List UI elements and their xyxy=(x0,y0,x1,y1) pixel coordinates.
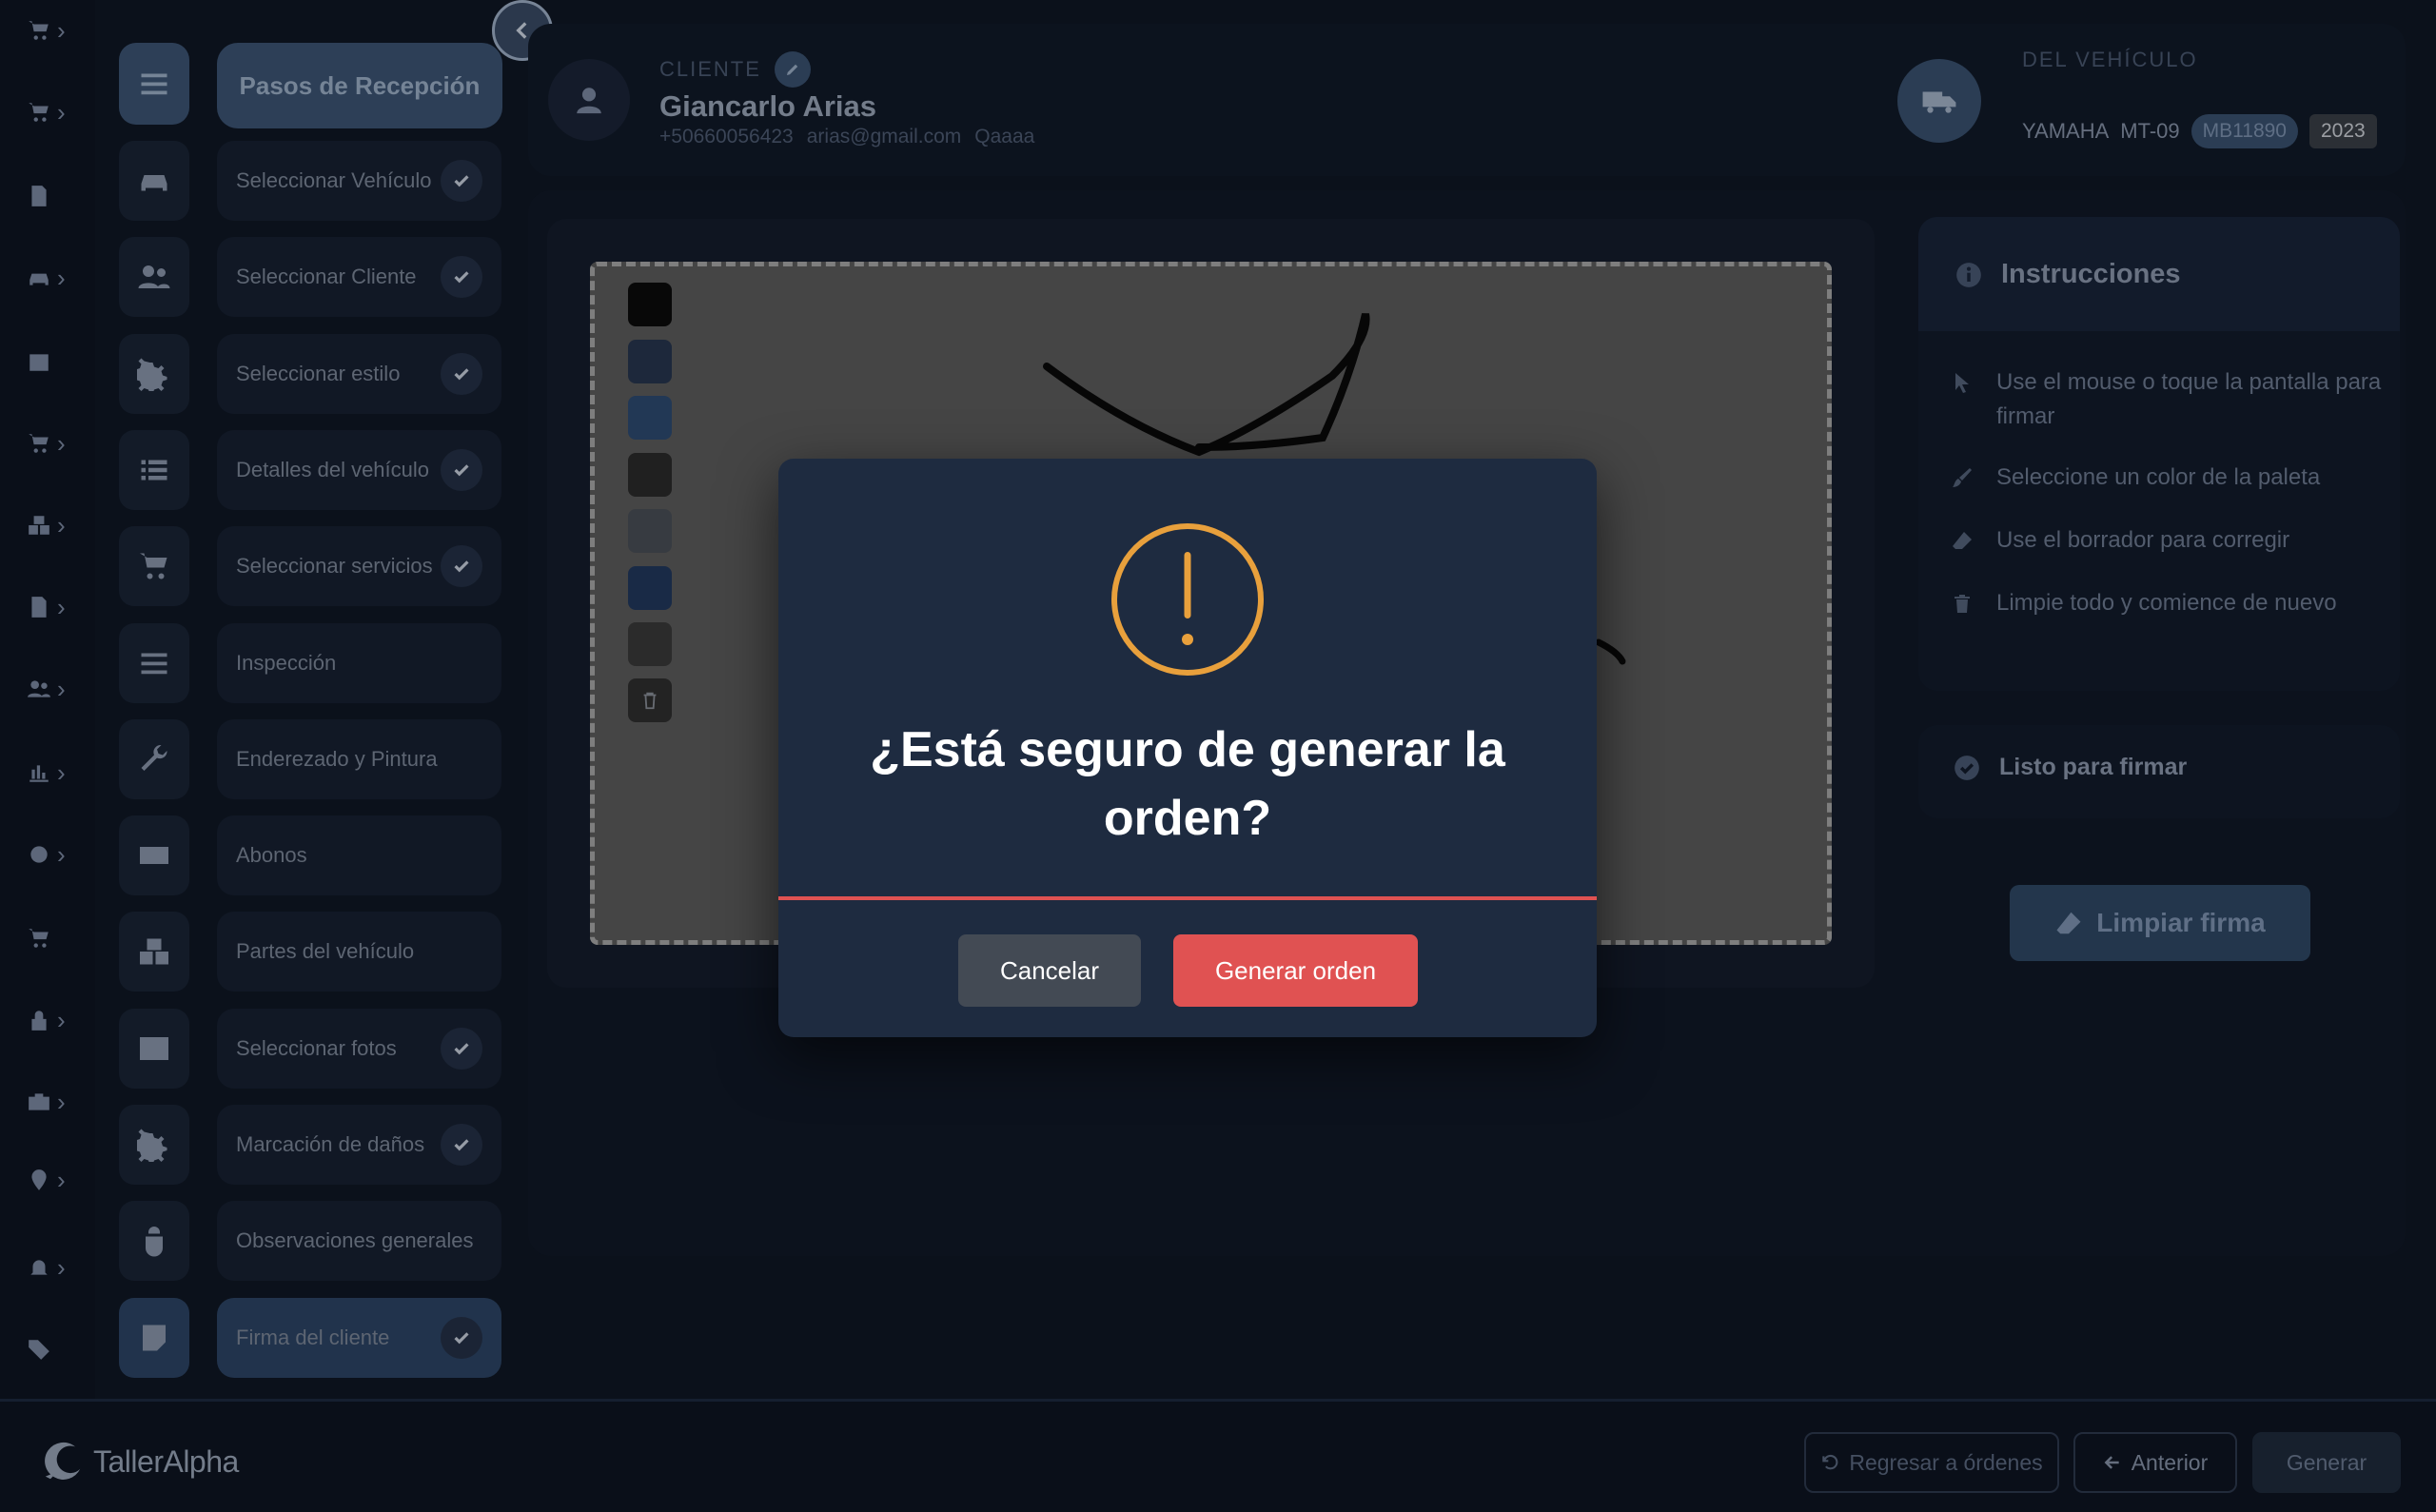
confirm-modal: ¿Está seguro de generar la orden? Cancel… xyxy=(778,459,1597,1037)
generate-order-button[interactable]: Generar orden xyxy=(1173,934,1418,1007)
modal-title: ¿Está seguro de generar la orden? xyxy=(870,722,1505,846)
cancel-button[interactable]: Cancelar xyxy=(958,934,1141,1007)
modal-divider xyxy=(778,896,1597,900)
warning-icon xyxy=(1111,523,1264,676)
